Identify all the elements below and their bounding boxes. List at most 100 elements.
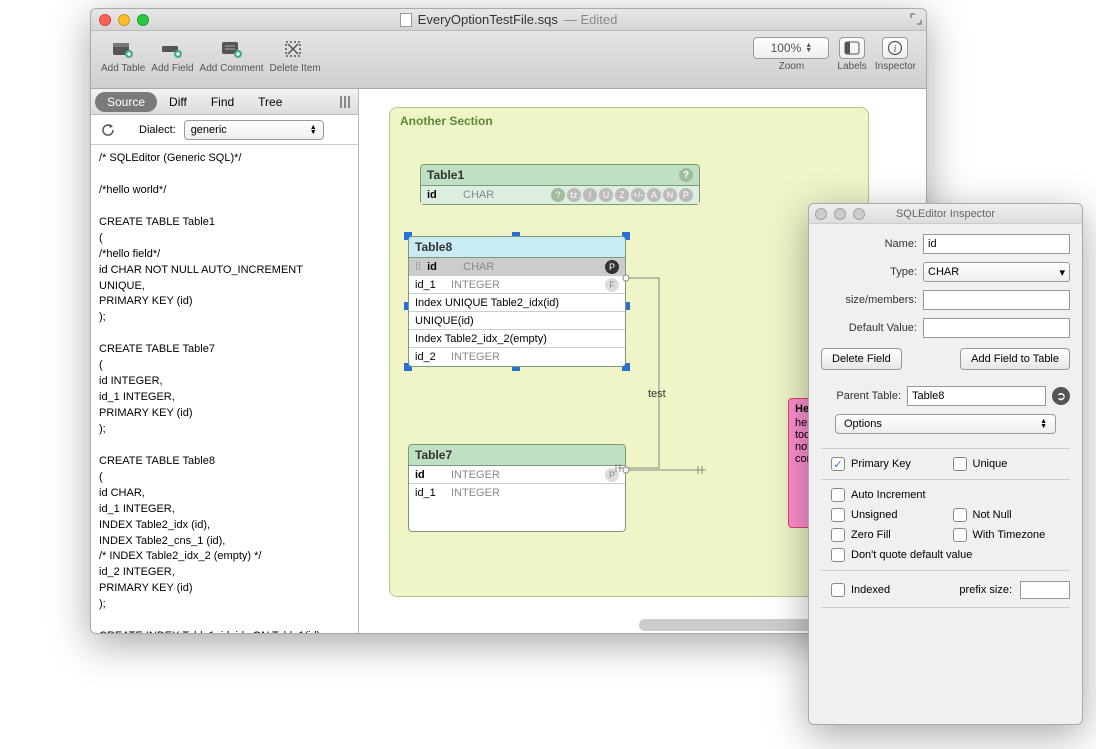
table-row[interactable]: Index Table2_idx_2(empty) bbox=[409, 330, 625, 348]
size-input[interactable] bbox=[923, 290, 1070, 310]
table-header[interactable]: Table7 bbox=[409, 445, 625, 466]
auto-increment-checkbox[interactable] bbox=[831, 488, 845, 502]
table-header[interactable]: Table1 ? bbox=[421, 165, 699, 186]
dialect-bar: Dialect: generic ▲▼ bbox=[91, 115, 358, 145]
type-label: Type: bbox=[821, 266, 917, 278]
table-row[interactable]: id_2 INTEGER bbox=[409, 348, 625, 366]
field-badges: ? tz I U Z +/- A N P bbox=[551, 188, 693, 202]
goto-parent-button[interactable]: ➲ bbox=[1052, 387, 1070, 405]
add-table-button[interactable]: Add Table bbox=[101, 37, 145, 74]
zoom-select[interactable]: 100% ▲▼ bbox=[753, 37, 829, 59]
section-container: Another Section Table1 ? id CHAR ? bbox=[389, 107, 869, 597]
drag-grip-icon[interactable]: ⁞⁞ bbox=[415, 261, 421, 273]
tab-diff[interactable]: Diff bbox=[157, 92, 199, 112]
badge-icon: N bbox=[663, 188, 677, 202]
dont-quote-checkbox[interactable] bbox=[831, 548, 845, 562]
diagram-table-table7[interactable]: Table7 id INTEGER P id_1 INTEGER bbox=[408, 444, 626, 532]
dropdown-arrows-icon: ▲▼ bbox=[1040, 419, 1047, 429]
diagram-table-table8-selection: Table8 ⁞⁞ id CHAR P id_1 bbox=[408, 236, 626, 367]
parent-table-label: Parent Table: bbox=[821, 390, 901, 402]
dropdown-arrows-icon: ▲▼ bbox=[310, 125, 317, 135]
info-icon: i bbox=[882, 37, 908, 59]
delete-field-button[interactable]: Delete Field bbox=[821, 348, 902, 370]
dialect-select[interactable]: generic ▲▼ bbox=[184, 120, 324, 140]
side-tabs: Source Diff Find Tree bbox=[91, 89, 358, 115]
delete-item-icon bbox=[280, 37, 310, 61]
titlebar: EveryOptionTestFile.sqs — Edited bbox=[91, 9, 926, 31]
body-split: Source Diff Find Tree Dialect: generic ▲… bbox=[91, 89, 926, 633]
badge-icon: Z bbox=[615, 188, 629, 202]
diagram-table-table8[interactable]: Table8 ⁞⁞ id CHAR P id_1 bbox=[408, 236, 626, 367]
parent-table-input[interactable]: Table8 bbox=[907, 386, 1046, 406]
window-title-text: EveryOptionTestFile.sqs bbox=[418, 12, 558, 27]
indexed-checkbox[interactable] bbox=[831, 583, 845, 597]
window-edited-suffix: — Edited bbox=[564, 12, 617, 27]
fullscreen-icon[interactable] bbox=[910, 13, 922, 25]
table-row[interactable]: id_1 INTEGER bbox=[409, 484, 625, 502]
refresh-icon[interactable] bbox=[101, 123, 115, 137]
chevron-down-icon: ▾ bbox=[1059, 266, 1065, 279]
sql-source-text[interactable]: /* SQLEditor (Generic SQL)*/ /*hello wor… bbox=[91, 145, 358, 633]
table-row[interactable]: ⁞⁞ id CHAR P bbox=[409, 258, 625, 276]
badge-icon: tz bbox=[567, 188, 581, 202]
inspector-title: SQLEditor Inspector bbox=[809, 208, 1082, 220]
info-badge-icon: ? bbox=[679, 168, 693, 182]
labels-icon bbox=[839, 37, 865, 59]
labels-button[interactable]: Labels bbox=[837, 37, 866, 72]
options-select[interactable]: Options ▲▼ bbox=[835, 414, 1056, 434]
connector-line bbox=[624, 268, 684, 478]
badge-icon: P bbox=[679, 188, 693, 202]
section-title: Another Section bbox=[400, 114, 493, 128]
size-label: size/members: bbox=[821, 294, 917, 306]
zoom-control: 100% ▲▼ Zoom bbox=[753, 37, 829, 72]
not-null-checkbox[interactable] bbox=[953, 508, 967, 522]
zero-fill-checkbox[interactable] bbox=[831, 528, 845, 542]
default-label: Default Value: bbox=[821, 322, 917, 334]
delete-item-button[interactable]: Delete Item bbox=[269, 37, 320, 74]
name-label: Name: bbox=[821, 238, 917, 250]
inspector-body: Name: id Type: CHAR ▾ size/members: Defa… bbox=[809, 224, 1082, 410]
prefix-size-label: prefix size: bbox=[959, 584, 1012, 596]
badge-icon: I bbox=[583, 188, 597, 202]
table-row[interactable]: id CHAR ? tz I U Z +/- A N P bbox=[421, 186, 699, 204]
add-field-button[interactable]: Add Field bbox=[151, 37, 193, 74]
add-field-to-table-button[interactable]: Add Field to Table bbox=[960, 348, 1070, 370]
table-row[interactable]: Index UNIQUE Table2_idx(id) bbox=[409, 294, 625, 312]
with-timezone-checkbox[interactable] bbox=[953, 528, 967, 542]
table-row[interactable]: id INTEGER P bbox=[409, 466, 625, 484]
connector-label: test bbox=[648, 388, 666, 400]
type-select[interactable]: CHAR ▾ bbox=[923, 262, 1070, 282]
side-panel: Source Diff Find Tree Dialect: generic ▲… bbox=[91, 89, 359, 633]
dropdown-arrows-icon: ▲▼ bbox=[805, 43, 812, 53]
diagram-table-table1[interactable]: Table1 ? id CHAR ? tz I U Z bbox=[420, 164, 700, 205]
badge-icon: P bbox=[605, 260, 619, 274]
options-checkboxes: Primary Key Unique bbox=[809, 453, 1082, 475]
badge-icon: +/- bbox=[631, 188, 645, 202]
default-input[interactable] bbox=[923, 318, 1070, 338]
prefix-size-input[interactable] bbox=[1020, 581, 1070, 599]
window-title: EveryOptionTestFile.sqs — Edited bbox=[91, 12, 926, 27]
badge-icon: ? bbox=[551, 188, 565, 202]
inspector-button[interactable]: i Inspector bbox=[875, 37, 916, 72]
add-comment-button[interactable]: Add Comment bbox=[200, 37, 264, 74]
badge-icon: P bbox=[605, 468, 619, 482]
tab-source[interactable]: Source bbox=[95, 92, 157, 112]
badge-icon: U bbox=[599, 188, 613, 202]
tab-tree[interactable]: Tree bbox=[246, 92, 294, 112]
document-icon bbox=[400, 13, 412, 27]
badge-icon: F bbox=[605, 278, 619, 292]
toolbar: Add Table Add Field Add Comment Delete I… bbox=[91, 31, 926, 89]
add-field-icon bbox=[157, 37, 187, 61]
table-row[interactable]: UNIQUE(id) bbox=[409, 312, 625, 330]
table-header[interactable]: Table8 bbox=[409, 237, 625, 258]
table-row[interactable]: id_1 INTEGER F bbox=[409, 276, 625, 294]
primary-key-checkbox[interactable] bbox=[831, 457, 845, 471]
panel-grip[interactable] bbox=[336, 94, 354, 110]
tab-find[interactable]: Find bbox=[199, 92, 246, 112]
name-input[interactable]: id bbox=[923, 234, 1070, 254]
dialect-label: Dialect: bbox=[139, 124, 176, 136]
unique-checkbox[interactable] bbox=[953, 457, 967, 471]
svg-text:i: i bbox=[894, 44, 897, 55]
connector-line bbox=[624, 464, 714, 484]
unsigned-checkbox[interactable] bbox=[831, 508, 845, 522]
